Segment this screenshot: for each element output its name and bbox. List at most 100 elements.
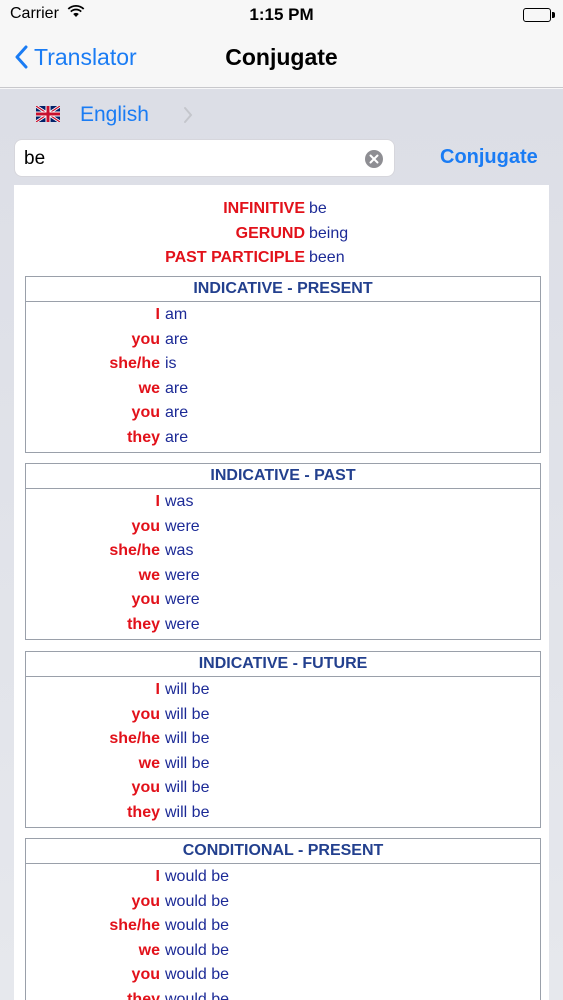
conjugation-row: she/he would be xyxy=(26,916,540,941)
tense-title: INDICATIVE - PRESENT xyxy=(26,277,540,302)
pronoun: she/he xyxy=(109,355,160,372)
verb-form: would be xyxy=(165,892,230,910)
pronoun: she/he xyxy=(109,917,160,934)
tense-block-indicative-future: INDICATIVE - FUTURE Iwill be you will be … xyxy=(25,651,541,828)
tense-title: INDICATIVE - PAST xyxy=(26,464,540,489)
conjugation-row: you are xyxy=(26,403,540,428)
conjugation-row: Iwas xyxy=(26,492,540,517)
pronoun: you xyxy=(131,330,160,348)
conjugation-row: she/he was xyxy=(26,541,540,566)
verb-form: will be xyxy=(165,803,210,821)
pronoun: you xyxy=(131,705,160,723)
verb-form: are xyxy=(165,330,189,348)
conjugation-row: you are xyxy=(26,330,540,355)
verb-forms: INFINITIVE be GERUND being PAST PARTICIP… xyxy=(14,199,549,273)
verb-form: would be xyxy=(165,941,230,959)
form-label: PAST PARTICIPLE xyxy=(165,249,305,266)
tense-block-indicative-present: INDICATIVE - PRESENT Iam you are she/he is… xyxy=(25,276,541,453)
conjugation-row: they will be xyxy=(26,803,540,828)
pronoun: I xyxy=(155,493,160,510)
verb-form: would be xyxy=(165,917,230,934)
conjugation-row: you will be xyxy=(26,778,540,803)
verb-form: would be xyxy=(165,868,230,885)
pronoun: they xyxy=(127,615,160,633)
form-label: INFINITIVE xyxy=(223,200,305,217)
page-title: Conjugate xyxy=(225,44,338,70)
verb-form: was xyxy=(165,542,194,559)
language-label[interactable]: English xyxy=(80,103,149,127)
form-row: PAST PARTICIPLE been xyxy=(14,248,549,273)
tense-title: CONDITIONAL - PRESENT xyxy=(26,839,540,864)
verb-form: are xyxy=(165,428,189,446)
tense-block-conditional-present: CONDITIONAL - PRESENT Iwould be you would… xyxy=(25,838,541,1000)
pronoun: she/he xyxy=(109,730,160,747)
pronoun: I xyxy=(155,868,160,885)
verb-form: would be xyxy=(165,990,230,1000)
pronoun: I xyxy=(155,681,160,698)
form-label: GERUND xyxy=(235,224,305,242)
pronoun: she/he xyxy=(109,542,160,559)
verb-form: am xyxy=(165,306,188,323)
verb-form: were xyxy=(165,591,200,608)
conjugation-row: they would be xyxy=(26,990,540,1000)
battery-icon xyxy=(523,8,555,22)
pronoun: you xyxy=(131,779,160,796)
search-box xyxy=(14,139,395,177)
pronoun: they xyxy=(127,428,160,446)
form-value: being xyxy=(309,224,349,242)
conjugation-row: we would be xyxy=(26,941,540,966)
verb-form: will be xyxy=(165,705,210,723)
verb-form: were xyxy=(165,615,200,633)
verb-form: will be xyxy=(165,754,210,772)
conjugation-row: they were xyxy=(26,615,540,640)
conjugation-panel: INFINITIVE be GERUND being PAST PARTICIP… xyxy=(14,185,549,1000)
form-value: been xyxy=(309,249,345,266)
conjugation-row: Iam xyxy=(26,305,540,330)
pronoun: I xyxy=(155,306,160,323)
pronoun: they xyxy=(127,803,160,821)
verb-form: is xyxy=(165,355,177,372)
conjugation-row: they are xyxy=(26,428,540,453)
verb-form: are xyxy=(165,404,189,421)
pronoun: you xyxy=(131,591,160,608)
verb-form: would be xyxy=(165,966,230,983)
verb-form: were xyxy=(165,566,200,584)
conjugation-row: you would be xyxy=(26,965,540,990)
conjugation-row: you will be xyxy=(26,705,540,730)
pronoun: you xyxy=(131,892,160,910)
verb-input[interactable] xyxy=(24,146,364,172)
conjugation-row: we are xyxy=(26,379,540,404)
verb-form: will be xyxy=(165,681,210,698)
tense-title: INDICATIVE - FUTURE xyxy=(26,652,540,677)
form-row: INFINITIVE be xyxy=(14,199,549,224)
conjugation-row: you were xyxy=(26,590,540,615)
conjugation-row: you would be xyxy=(26,892,540,917)
language-selector[interactable]: English xyxy=(0,96,563,134)
conjugation-row: we were xyxy=(26,566,540,591)
tense-block-indicative-past: INDICATIVE - PAST Iwas you were she/he was… xyxy=(25,463,541,640)
conjugation-row: you were xyxy=(26,517,540,542)
pronoun: they xyxy=(127,990,160,1000)
form-value: be xyxy=(309,200,327,217)
pronoun: we xyxy=(138,754,160,772)
status-bar: Carrier 1:15 PM xyxy=(0,0,563,30)
pronoun: we xyxy=(138,566,160,584)
pronoun: you xyxy=(131,966,160,983)
conjugation-row: she/he will be xyxy=(26,729,540,754)
pronoun: you xyxy=(131,517,160,535)
conjugate-button[interactable]: Conjugate xyxy=(440,146,538,169)
verb-form: will be xyxy=(165,779,210,796)
navigation-bar: Carrier 1:15 PM Translator Conjugate xyxy=(0,0,563,88)
verb-form: was xyxy=(165,493,194,510)
conjugation-row: Iwill be xyxy=(26,680,540,705)
form-row: GERUND being xyxy=(14,224,549,249)
chevron-right-icon xyxy=(184,107,193,123)
pronoun: we xyxy=(138,941,160,959)
conjugation-row: she/he is xyxy=(26,354,540,379)
pronoun: you xyxy=(131,404,160,421)
conjugation-row: we will be xyxy=(26,754,540,779)
clear-icon[interactable] xyxy=(364,149,384,169)
verb-form: were xyxy=(165,517,200,535)
clock: 1:15 PM xyxy=(249,5,314,24)
verb-form: will be xyxy=(165,730,210,747)
